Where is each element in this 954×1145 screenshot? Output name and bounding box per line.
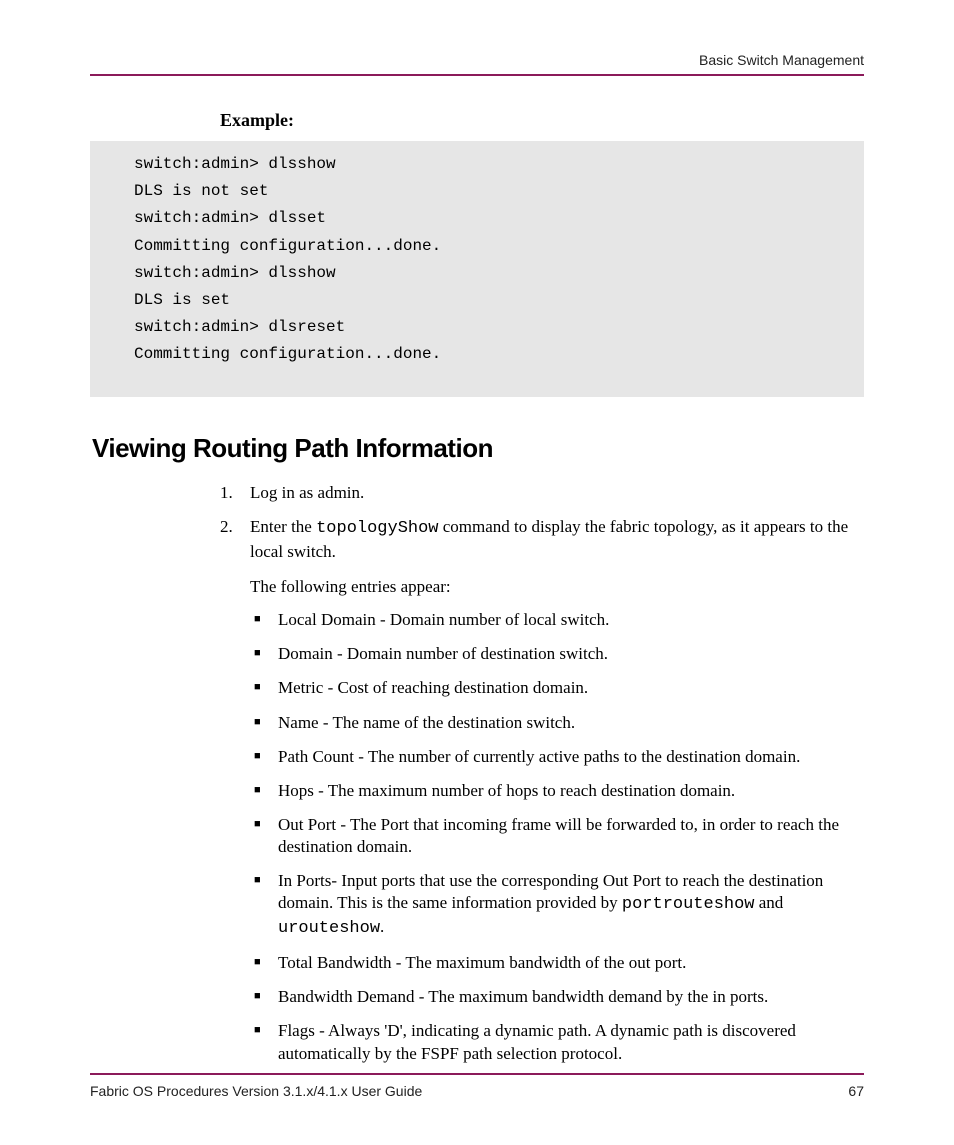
code-line: DLS is set — [134, 291, 230, 309]
footer-page-number: 67 — [848, 1083, 864, 1099]
code-line: Committing configuration...done. — [134, 237, 441, 255]
step-item: 1. Log in as admin. — [220, 482, 864, 505]
bullet-item: Metric - Cost of reaching destination do… — [278, 677, 864, 699]
bullet-item: Local Domain - Domain number of local sw… — [278, 609, 864, 631]
bullet-mid: and — [755, 893, 784, 912]
code-line: Committing configuration...done. — [134, 345, 441, 363]
bullet-post: . — [380, 917, 384, 936]
command-text: portrouteshow — [622, 895, 755, 914]
header-rule — [90, 74, 864, 76]
bullet-item: Out Port - The Port that incoming frame … — [278, 814, 864, 858]
footer-left: Fabric OS Procedures Version 3.1.x/4.1.x… — [90, 1083, 422, 1099]
bullet-list: Local Domain - Domain number of local sw… — [250, 609, 864, 1064]
step-followup: The following entries appear: — [250, 576, 864, 599]
footer-rule — [90, 1073, 864, 1075]
bullet-item: Flags - Always 'D', indicating a dynamic… — [278, 1020, 864, 1064]
example-label: Example: — [220, 110, 864, 131]
command-text: urouteshow — [278, 919, 380, 938]
bullet-item: Bandwidth Demand - The maximum bandwidth… — [278, 986, 864, 1008]
code-line: DLS is not set — [134, 182, 268, 200]
section-heading: Viewing Routing Path Information — [92, 433, 864, 464]
bullet-item: Domain - Domain number of destination sw… — [278, 643, 864, 665]
code-line: switch:admin> dlsset — [134, 209, 326, 227]
page-footer: Fabric OS Procedures Version 3.1.x/4.1.x… — [90, 1073, 864, 1099]
bullet-item: Hops - The maximum number of hops to rea… — [278, 780, 864, 802]
step-text: Enter the topologyShow command to displa… — [250, 517, 848, 561]
step-item: 2. Enter the topologyShow command to dis… — [220, 516, 864, 1064]
bullet-item: Total Bandwidth - The maximum bandwidth … — [278, 952, 864, 974]
command-text: topologyShow — [316, 519, 438, 538]
code-line: switch:admin> dlsshow — [134, 155, 336, 173]
bullet-item: Path Count - The number of currently act… — [278, 746, 864, 768]
step-number: 2. — [220, 516, 233, 539]
step-text: Log in as admin. — [250, 483, 364, 502]
page-header-right: Basic Switch Management — [90, 52, 864, 68]
code-line: switch:admin> dlsshow — [134, 264, 336, 282]
steps-list: 1. Log in as admin. 2. Enter the topolog… — [220, 482, 864, 1065]
bullet-item: In Ports- Input ports that use the corre… — [278, 870, 864, 940]
bullet-item: Name - The name of the destination switc… — [278, 712, 864, 734]
step-number: 1. — [220, 482, 233, 505]
code-example: switch:admin> dlsshow DLS is not set swi… — [90, 141, 864, 397]
code-line: switch:admin> dlsreset — [134, 318, 345, 336]
step-pre: Enter the — [250, 517, 316, 536]
